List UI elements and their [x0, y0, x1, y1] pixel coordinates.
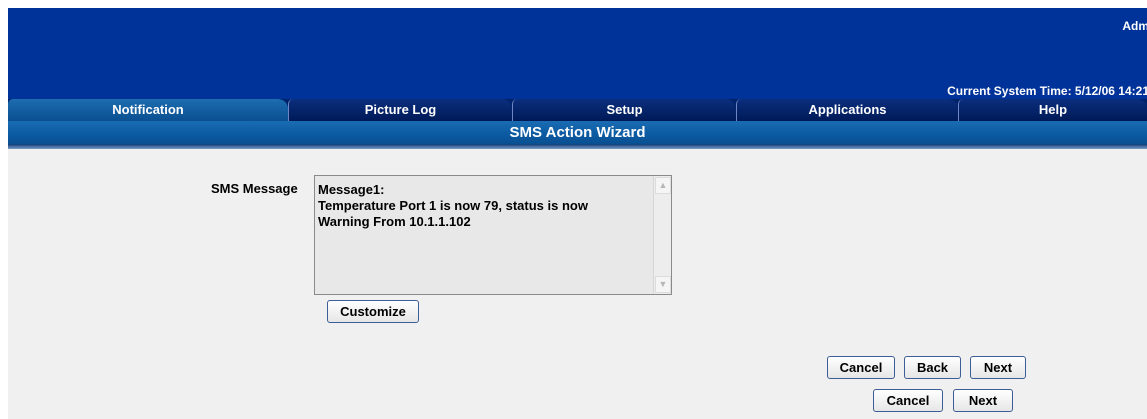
wizard-title-bar: SMS Action Wizard [8, 121, 1147, 144]
tab-label: Setup [606, 102, 643, 117]
message-scrollbar[interactable]: ▲ ▼ [653, 176, 671, 294]
admin-label: Adm [1122, 19, 1147, 33]
customize-button[interactable]: Customize [327, 300, 419, 323]
tab-label: Notification [112, 102, 184, 117]
sms-message-label: SMS Message [211, 181, 298, 196]
tab-picture-log[interactable]: Picture Log [288, 99, 512, 121]
scroll-down-icon[interactable]: ▼ [655, 276, 671, 293]
main-tab-bar: Notification Picture Log Setup Applicati… [8, 99, 1147, 121]
title-bar-divider [8, 144, 1147, 149]
back-button[interactable]: Back [904, 356, 961, 379]
system-time: Current System Time: 5/12/06 14:21 [947, 84, 1147, 98]
next-button[interactable]: Next [970, 356, 1026, 379]
tab-notification[interactable]: Notification [8, 99, 288, 121]
tab-label: Applications [808, 102, 887, 117]
next-button-secondary[interactable]: Next [953, 389, 1013, 412]
tab-label: Help [1038, 102, 1068, 117]
app-frame: Adm Current System Time: 5/12/06 14:21 N… [8, 8, 1147, 419]
cancel-button-secondary[interactable]: Cancel [873, 389, 943, 412]
tab-help[interactable]: Help [958, 99, 1147, 121]
wizard-title: SMS Action Wizard [509, 124, 646, 141]
sms-message-text: Message1: Temperature Port 1 is now 79, … [318, 182, 588, 229]
tab-setup[interactable]: Setup [512, 99, 736, 121]
tab-applications[interactable]: Applications [736, 99, 958, 121]
tab-label: Picture Log [364, 102, 437, 117]
sms-message-textarea[interactable]: Message1: Temperature Port 1 is now 79, … [314, 175, 672, 295]
scroll-up-icon[interactable]: ▲ [655, 177, 671, 194]
top-banner: Adm Current System Time: 5/12/06 14:21 [8, 8, 1147, 99]
cancel-button[interactable]: Cancel [827, 356, 895, 379]
